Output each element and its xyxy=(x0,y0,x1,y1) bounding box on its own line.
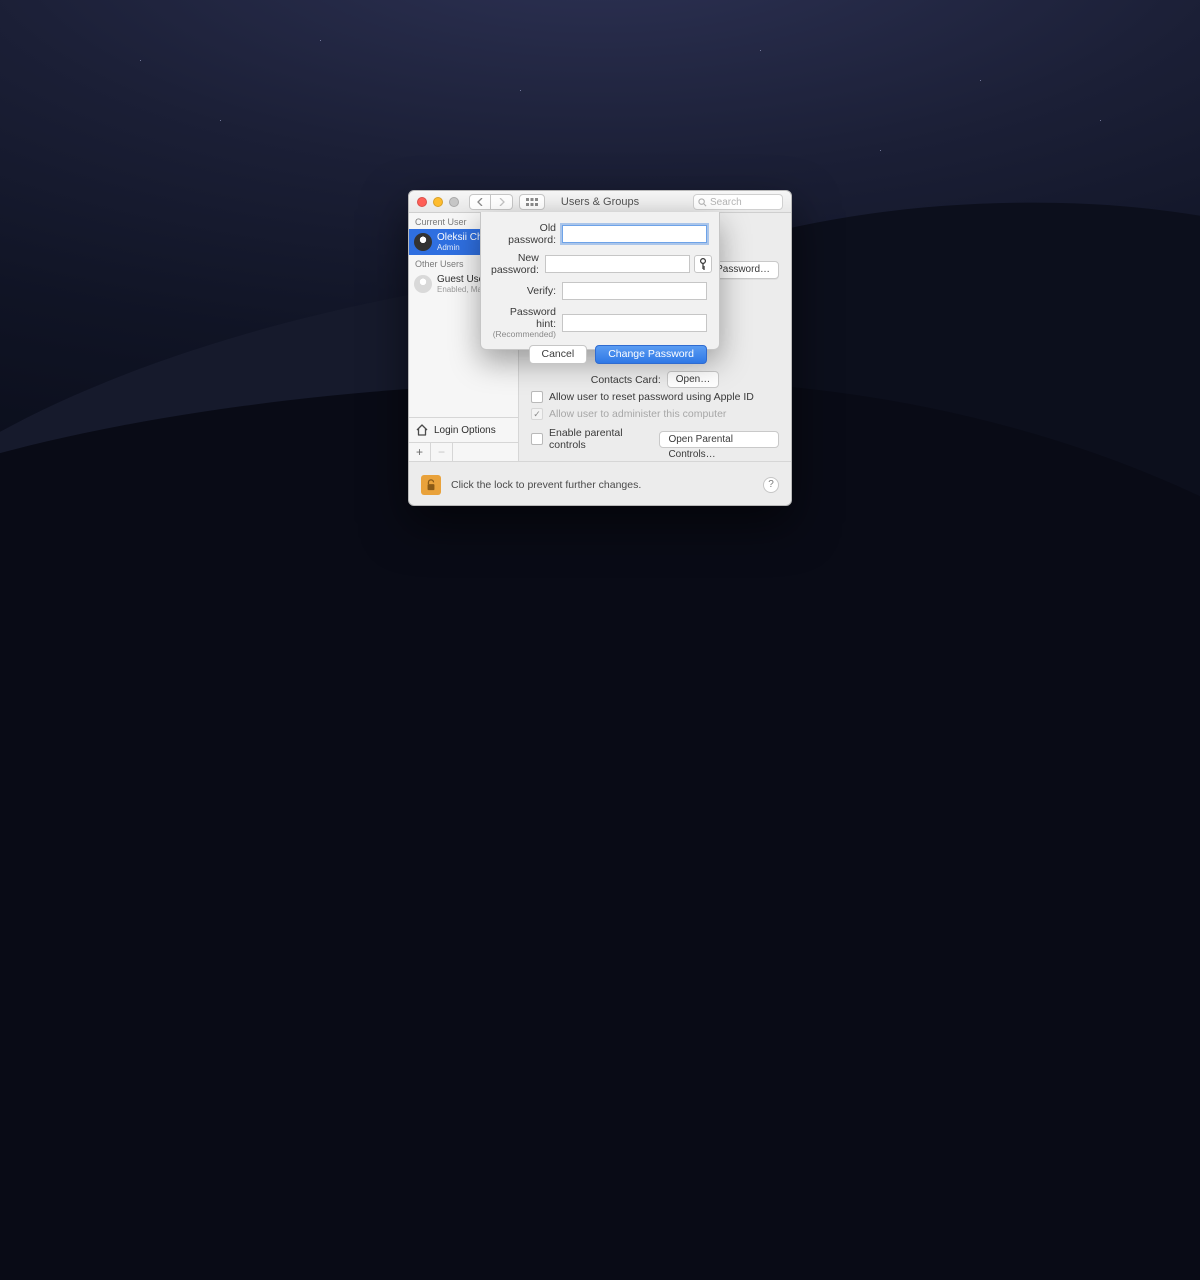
password-assistant-button[interactable] xyxy=(694,255,712,273)
lock-hint-text: Click the lock to prevent further change… xyxy=(451,479,641,491)
star-icon xyxy=(880,150,881,151)
old-password-label: Old password: xyxy=(491,222,562,246)
back-button[interactable] xyxy=(469,194,491,210)
chevron-left-icon xyxy=(477,198,483,206)
add-user-button[interactable]: + xyxy=(409,443,431,461)
allow-administer-label: Allow user to administer this computer xyxy=(549,408,726,420)
avatar-icon xyxy=(414,275,432,293)
star-icon xyxy=(140,60,141,61)
key-icon xyxy=(698,258,708,270)
parental-controls-label: Enable parental controls xyxy=(549,427,649,451)
minimize-window-button[interactable] xyxy=(433,197,443,207)
star-icon xyxy=(1100,120,1101,121)
contacts-card-label: Contacts Card: xyxy=(591,374,661,386)
login-options-label: Login Options xyxy=(434,425,496,436)
open-contacts-card-button[interactable]: Open… xyxy=(667,371,719,388)
search-placeholder: Search xyxy=(710,197,742,208)
password-hint-label: Password hint: (Recommended) xyxy=(491,306,562,339)
old-password-input[interactable] xyxy=(562,225,707,243)
search-field[interactable]: Search xyxy=(693,194,783,210)
window-footer: Click the lock to prevent further change… xyxy=(409,461,791,507)
star-icon xyxy=(220,120,221,121)
change-password-sheet: Old password: New password: Verify: Pass… xyxy=(480,212,720,350)
star-icon xyxy=(980,80,981,81)
avatar-icon xyxy=(414,233,432,251)
close-window-button[interactable] xyxy=(417,197,427,207)
remove-user-button[interactable]: − xyxy=(431,443,453,461)
star-icon xyxy=(760,50,761,51)
login-options-button[interactable]: Login Options xyxy=(409,417,518,442)
open-parental-controls-button[interactable]: Open Parental Controls… xyxy=(659,431,779,448)
lock-button[interactable] xyxy=(421,475,441,495)
lock-open-icon xyxy=(425,479,437,491)
forward-button[interactable] xyxy=(491,194,513,210)
new-password-input[interactable] xyxy=(545,255,690,273)
verify-password-label: Verify: xyxy=(491,285,562,297)
allow-reset-appleid-checkbox[interactable] xyxy=(531,391,543,403)
new-password-label: New password: xyxy=(491,252,545,276)
allow-reset-appleid-label: Allow user to reset password using Apple… xyxy=(549,391,754,403)
star-icon xyxy=(520,90,521,91)
help-button[interactable]: ? xyxy=(763,477,779,493)
parental-controls-checkbox[interactable] xyxy=(531,433,543,445)
cancel-button[interactable]: Cancel xyxy=(529,345,588,364)
zoom-window-button[interactable] xyxy=(449,197,459,207)
window-controls xyxy=(409,197,459,207)
chevron-right-icon xyxy=(499,198,505,206)
grid-icon xyxy=(526,198,538,206)
show-all-prefs-button[interactable] xyxy=(519,194,545,210)
house-icon xyxy=(415,423,429,437)
add-remove-users: + − xyxy=(409,442,518,461)
nav-back-forward xyxy=(469,194,513,210)
change-password-confirm-button[interactable]: Change Password xyxy=(595,345,707,364)
verify-password-input[interactable] xyxy=(562,282,707,300)
desktop-dune xyxy=(0,380,1200,1280)
titlebar: Users & Groups Search xyxy=(409,191,791,213)
search-icon xyxy=(698,198,707,207)
star-icon xyxy=(320,40,321,41)
password-hint-input[interactable] xyxy=(562,314,707,332)
allow-administer-checkbox xyxy=(531,408,543,420)
